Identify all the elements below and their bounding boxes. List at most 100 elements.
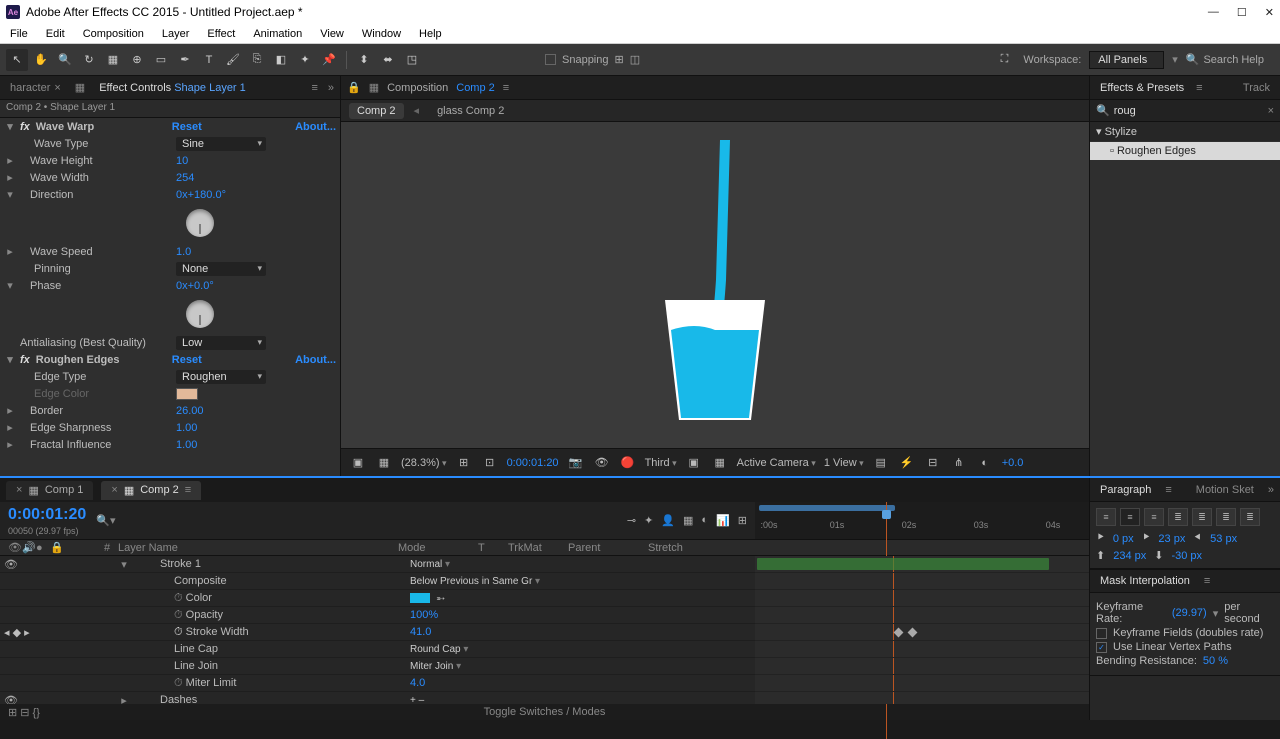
wave-width-value[interactable]: 254 xyxy=(176,172,194,184)
keyframe-rate-value[interactable]: (29.97) xyxy=(1172,607,1207,619)
layer-dashes[interactable]: Dashes xyxy=(130,694,410,704)
space-after-value[interactable]: -30 px xyxy=(1171,550,1202,562)
menu-layer[interactable]: Layer xyxy=(162,28,190,40)
twirl-icon[interactable]: ▾ xyxy=(4,120,16,133)
antialias-dropdown[interactable]: Low xyxy=(176,336,266,350)
panel-menu-icon[interactable]: ≡ xyxy=(1196,82,1202,94)
tab-tracker[interactable]: Track xyxy=(1239,80,1274,96)
reset-exposure-icon[interactable]: ◐ xyxy=(976,454,994,472)
snap-opt1-icon[interactable]: ⊞ xyxy=(615,53,624,66)
tab-effect-controls[interactable]: Effect Controls Shape Layer 1 xyxy=(95,80,250,96)
about-link[interactable]: About... xyxy=(295,354,336,366)
indent-left-value[interactable]: 0 px xyxy=(1113,533,1134,545)
view-dropdown[interactable]: 1 View xyxy=(824,457,864,469)
direction-value[interactable]: 0x+180.0° xyxy=(176,189,226,201)
menu-help[interactable]: Help xyxy=(419,28,442,40)
stroke-width-value[interactable]: 41.0 xyxy=(410,626,431,638)
category-stylize[interactable]: ▾ Stylize xyxy=(1090,122,1280,141)
rotate-tool-icon[interactable]: ↻ xyxy=(78,49,100,71)
timeline-tab-comp1[interactable]: ×▦ Comp 1 xyxy=(6,481,93,500)
tab-mask-interp[interactable]: Mask Interpolation xyxy=(1096,573,1194,589)
toggle-switches-button[interactable]: Toggle Switches / Modes xyxy=(484,706,606,718)
toggle-switches-icon[interactable]: ⊞ ⊟ {} xyxy=(8,706,40,719)
eyedropper-icon[interactable]: ➵ xyxy=(436,592,445,605)
preset-roughen-edges[interactable]: ▫ Roughen Edges xyxy=(1090,142,1280,160)
close-icon[interactable]: × xyxy=(16,484,22,496)
direction-dial[interactable] xyxy=(186,209,214,237)
indent-right-value[interactable]: 53 px xyxy=(1210,533,1237,545)
menu-effect[interactable]: Effect xyxy=(207,28,235,40)
hide-shy-icon[interactable]: 👤 xyxy=(661,514,675,527)
timeline-tab-comp2[interactable]: ×▦ Comp 2 ≡ xyxy=(101,481,201,500)
reset-link[interactable]: Reset xyxy=(172,354,202,366)
fast-preview-icon[interactable]: ⚡ xyxy=(898,454,916,472)
composition-viewer[interactable] xyxy=(341,122,1089,448)
transparency-icon[interactable]: ▦ xyxy=(711,454,729,472)
camera-dropdown[interactable]: Active Camera xyxy=(737,457,816,469)
composition-name[interactable]: Comp 2 xyxy=(456,82,495,94)
bending-value[interactable]: 50 % xyxy=(1203,655,1228,667)
motion-blur-icon[interactable]: ◐ xyxy=(701,514,708,527)
graph-editor-icon[interactable]: 📊 xyxy=(716,514,730,527)
snap-opt2-icon[interactable]: ◫ xyxy=(630,53,640,66)
comp-tab-comp2[interactable]: Comp 2 xyxy=(349,103,404,119)
clone-tool-icon[interactable]: ⎘ xyxy=(246,49,268,71)
line-cap-dropdown[interactable]: Round Cap xyxy=(410,644,550,655)
audio-col-icon[interactable]: 🔊 xyxy=(18,541,32,554)
eye-col-icon[interactable]: 👁 xyxy=(4,541,18,554)
tab-paragraph[interactable]: Paragraph xyxy=(1096,482,1155,498)
indent-first-value[interactable]: 23 px xyxy=(1158,533,1185,545)
zoom-dropdown[interactable]: (28.3%) xyxy=(401,457,447,469)
reset-link[interactable]: Reset xyxy=(172,121,202,133)
dashes-add[interactable]: + – xyxy=(410,695,550,705)
flowchart-icon[interactable]: ⋔ xyxy=(950,454,968,472)
edge-color-swatch[interactable] xyxy=(176,388,198,400)
panel-menu-icon[interactable]: ≡ xyxy=(311,82,317,94)
pinning-dropdown[interactable]: None xyxy=(176,262,266,276)
opacity-value[interactable]: 100% xyxy=(410,609,438,621)
shape-tool-icon[interactable]: ▭ xyxy=(150,49,172,71)
clear-search-icon[interactable]: × xyxy=(1268,105,1274,117)
draft-3d-icon[interactable]: ▦ xyxy=(375,454,393,472)
camera-tool-icon[interactable]: ▦ xyxy=(102,49,124,71)
menu-composition[interactable]: Composition xyxy=(83,28,144,40)
timeline-track-area[interactable] xyxy=(755,556,1089,704)
menu-view[interactable]: View xyxy=(320,28,344,40)
minimize-button[interactable]: — xyxy=(1208,6,1219,19)
kf-fields-checkbox[interactable] xyxy=(1096,628,1107,639)
wave-height-value[interactable]: 10 xyxy=(176,155,188,167)
hand-tool-icon[interactable]: ✋ xyxy=(30,49,52,71)
panel-icon[interactable]: ▦ xyxy=(75,81,85,94)
lock-col-icon[interactable]: 🔒 xyxy=(46,541,60,554)
keyframe-icon[interactable] xyxy=(894,628,904,638)
edge-type-dropdown[interactable]: Roughen xyxy=(176,370,266,384)
local-axis-icon[interactable]: ⬍ xyxy=(353,49,375,71)
fractal-value[interactable]: 1.00 xyxy=(176,439,197,451)
justify-last-left-icon[interactable]: ≣ xyxy=(1168,508,1188,526)
search-help-field[interactable]: Search Help xyxy=(1203,54,1264,66)
resolution-dropdown[interactable]: Third xyxy=(645,457,677,469)
align-left-icon[interactable]: ≡ xyxy=(1096,508,1116,526)
workspace-dropdown[interactable]: All Panels xyxy=(1089,51,1164,69)
world-axis-icon[interactable]: ⬌ xyxy=(377,49,399,71)
fx-enabled-icon[interactable]: fx xyxy=(20,354,30,366)
grid-icon[interactable]: ⊡ xyxy=(481,454,499,472)
solo-col-icon[interactable]: ● xyxy=(32,542,46,554)
justify-all-icon[interactable]: ≣ xyxy=(1240,508,1260,526)
viewer-timecode[interactable]: 0:00:01:20 xyxy=(507,457,559,469)
tab-effects-presets[interactable]: Effects & Presets xyxy=(1096,80,1188,96)
menu-window[interactable]: Window xyxy=(362,28,401,40)
roto-tool-icon[interactable]: ✦ xyxy=(294,49,316,71)
project-icon[interactable]: ▦ xyxy=(369,81,379,94)
effect-roughen-edges[interactable]: Roughen Edges xyxy=(34,354,164,366)
lock-icon[interactable]: 🔒 xyxy=(347,81,361,94)
channel-icon[interactable]: 🔴 xyxy=(619,454,637,472)
blend-mode-dropdown[interactable]: Normal xyxy=(410,559,550,570)
resolution-icon[interactable]: ⊞ xyxy=(455,454,473,472)
snapshot-icon[interactable]: 📷 xyxy=(567,454,585,472)
align-center-icon[interactable]: ≡ xyxy=(1120,508,1140,526)
draft-3d-icon[interactable]: ✦ xyxy=(644,514,653,527)
text-tool-icon[interactable]: T xyxy=(198,49,220,71)
linear-vertex-checkbox[interactable]: ✓ xyxy=(1096,642,1107,653)
panel-overflow-icon[interactable]: » xyxy=(328,82,334,94)
